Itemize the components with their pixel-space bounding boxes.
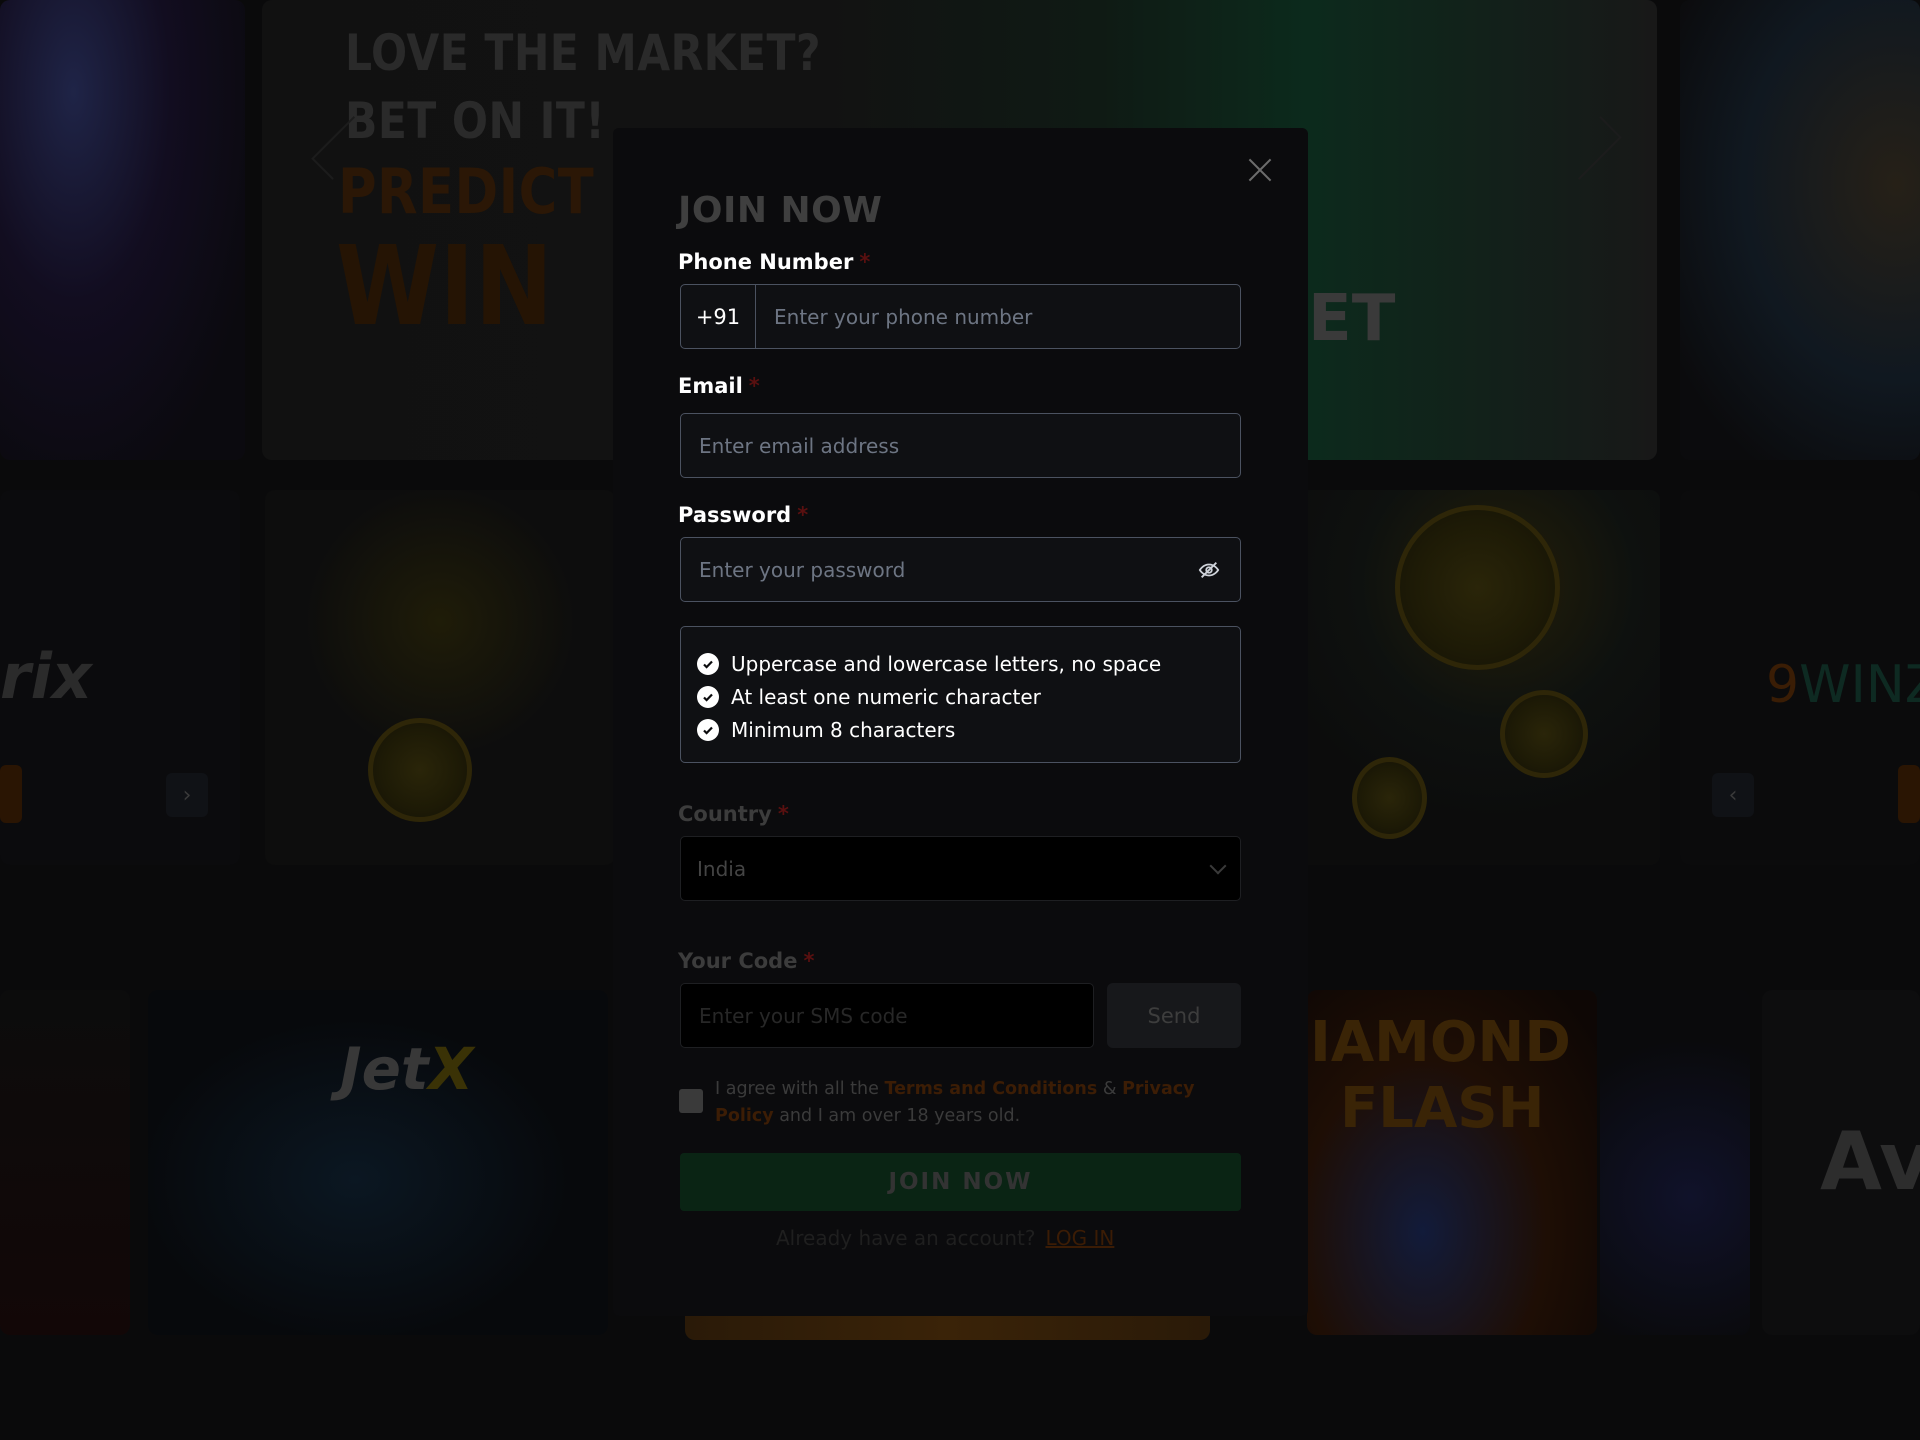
country-select[interactable]: India — [680, 836, 1241, 901]
country-label: Country * — [678, 802, 789, 826]
agreement-text: I agree with all the Terms and Condition… — [715, 1079, 1195, 1126]
required-asterisk: * — [797, 503, 809, 527]
email-field — [680, 413, 1241, 478]
required-asterisk: * — [777, 802, 789, 826]
password-requirements: Uppercase and lowercase letters, no spac… — [680, 626, 1241, 763]
phone-field: +91 — [680, 284, 1241, 349]
password-input[interactable] — [681, 538, 1196, 601]
password-rule: Minimum 8 characters — [697, 713, 1240, 746]
terms-link[interactable]: Terms and Conditions — [884, 1079, 1097, 1099]
country-code-prefix[interactable]: +91 — [681, 285, 756, 348]
country-selected-value: India — [697, 856, 747, 881]
check-circle-icon — [697, 718, 719, 741]
email-label: Email * — [678, 374, 760, 398]
required-asterisk: * — [859, 250, 871, 274]
send-code-button[interactable]: Send — [1107, 983, 1241, 1048]
agreement-checkbox[interactable] — [679, 1089, 703, 1113]
sms-code-field — [680, 983, 1094, 1048]
email-input[interactable] — [681, 414, 1240, 477]
sms-code-input[interactable] — [681, 984, 1093, 1047]
eye-slash-icon[interactable] — [1196, 557, 1222, 583]
modal-title: JOIN NOW — [678, 190, 883, 231]
chevron-down-icon — [1209, 857, 1227, 874]
code-label: Your Code * — [678, 949, 815, 973]
password-field — [680, 537, 1241, 602]
required-asterisk: * — [803, 949, 815, 973]
password-rule: At least one numeric character — [697, 680, 1240, 713]
agreement-row: I agree with all the Terms and Condition… — [679, 1076, 1239, 1130]
close-icon[interactable] — [1244, 154, 1276, 186]
check-circle-icon — [697, 685, 719, 708]
check-circle-icon — [697, 652, 719, 675]
required-asterisk: * — [748, 374, 760, 398]
password-label: Password * — [678, 503, 809, 527]
join-now-button[interactable]: JOIN NOW — [680, 1153, 1241, 1211]
phone-input[interactable] — [756, 285, 1240, 348]
phone-label: Phone Number * — [678, 250, 871, 274]
login-prompt-text: Already have an account? — [776, 1226, 1036, 1250]
password-rule: Uppercase and lowercase letters, no spac… — [697, 647, 1240, 680]
login-link[interactable]: LOG IN — [1045, 1226, 1114, 1250]
